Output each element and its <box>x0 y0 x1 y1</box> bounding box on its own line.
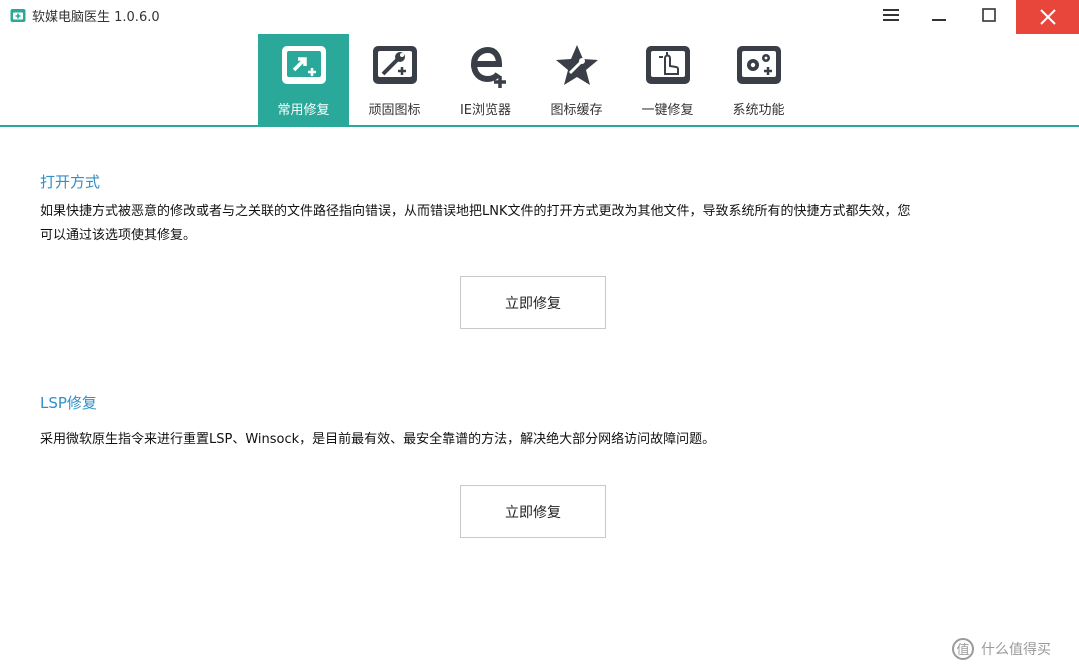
app-logo-icon <box>10 9 26 22</box>
fix-open-with-button[interactable]: 立即修复 <box>460 276 606 329</box>
tab-label: 图标缓存 <box>550 103 603 118</box>
tab-label: 系统功能 <box>732 103 785 118</box>
tab-icon-cache[interactable]: 图标缓存 <box>531 34 622 126</box>
fix-lsp-button[interactable]: 立即修复 <box>460 485 606 538</box>
title-bar: 软媒电脑医生 1.0.6.0 <box>0 0 1079 34</box>
section-title-lsp-repair: LSP修复 <box>40 394 97 412</box>
toolbar-divider <box>0 125 1079 127</box>
tab-label: 常用修复 <box>277 103 330 118</box>
section-title-open-with: 打开方式 <box>40 173 101 191</box>
close-icon <box>1039 9 1056 25</box>
minimize-icon <box>932 19 946 21</box>
maximize-button[interactable] <box>966 0 1012 30</box>
repair-shortcut-icon <box>282 46 326 84</box>
svg-text:值: 值 <box>956 642 969 658</box>
tools-icon <box>373 46 417 84</box>
ie-plus-icon <box>470 46 506 88</box>
description-line: 可以通过该选项使其修复。 <box>40 228 197 243</box>
tab-common-repair[interactable]: 常用修复 <box>258 34 349 126</box>
section-description-lsp-repair: 采用微软原生指令来进行重置LSP、Winsock，是目前最有效、最安全靠谱的方法… <box>40 428 1040 452</box>
hand-click-icon <box>646 46 690 84</box>
close-button[interactable] <box>1016 0 1079 34</box>
description-line: 采用微软原生指令来进行重置LSP、Winsock，是目前最有效、最安全靠谱的方法… <box>40 432 716 447</box>
menu-button[interactable] <box>868 0 914 30</box>
tab-label: IE浏览器 <box>459 103 512 118</box>
hamburger-menu-icon <box>883 9 899 21</box>
tab-label: 顽固图标 <box>368 103 421 118</box>
section-description-open-with: 如果快捷方式被恶意的修改或者与之关联的文件路径指向错误，从而错误地把LNK文件的… <box>40 200 1040 248</box>
minimize-button[interactable] <box>916 0 962 30</box>
tab-label: 一键修复 <box>641 103 694 118</box>
maximize-icon <box>982 8 996 22</box>
gears-icon <box>737 46 781 84</box>
watermark-text: 什么值得买 <box>981 642 1051 658</box>
description-line: 如果快捷方式被恶意的修改或者与之关联的文件路径指向错误，从而错误地把LNK文件的… <box>40 204 911 219</box>
star-icon <box>556 45 598 85</box>
tab-one-click-repair[interactable]: 一键修复 <box>622 34 713 126</box>
main-toolbar: 常用修复 顽固图标 IE浏览器 图标缓存 一键修复 系统功能 <box>0 34 1079 126</box>
watermark: 值 什么值得买 <box>951 637 1051 661</box>
tab-ie-browser[interactable]: IE浏览器 <box>440 34 531 126</box>
smzdm-logo-icon: 值 <box>952 638 974 660</box>
tab-system-functions[interactable]: 系统功能 <box>713 34 804 126</box>
window-title: 软媒电脑医生 1.0.6.0 <box>32 10 160 25</box>
tab-stubborn-icons[interactable]: 顽固图标 <box>349 34 440 126</box>
